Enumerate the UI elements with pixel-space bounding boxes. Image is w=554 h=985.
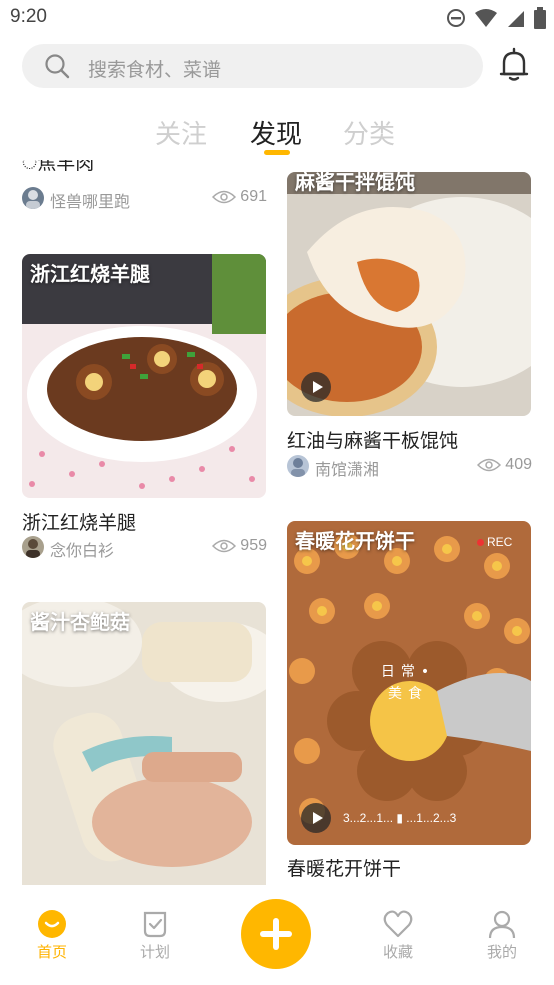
rec-badge: REC bbox=[477, 535, 512, 549]
search-icon bbox=[45, 54, 70, 79]
play-icon[interactable] bbox=[301, 803, 331, 833]
view-count: 959 bbox=[212, 537, 267, 555]
bell-icon[interactable] bbox=[498, 47, 530, 83]
add-button[interactable] bbox=[241, 899, 311, 969]
nav-label: 收藏 bbox=[382, 943, 413, 961]
signal-icon bbox=[508, 11, 524, 27]
recipe-card-image[interactable]: 麻酱干拌馄饨 bbox=[287, 172, 531, 416]
nav-home[interactable]: 首页 bbox=[22, 909, 82, 962]
search-bar[interactable]: 搜索食材、菜谱 bbox=[22, 44, 483, 88]
heart-icon bbox=[383, 910, 413, 938]
avatar[interactable] bbox=[22, 536, 44, 558]
avatar[interactable] bbox=[287, 455, 309, 477]
card-title-partial[interactable]: ੋ焦羊肉 bbox=[22, 160, 94, 175]
status-time: 9:20 bbox=[10, 6, 47, 27]
bottom-nav: 首页 计划 收藏 我的 bbox=[0, 885, 554, 985]
search-placeholder: 搜索食材、菜谱 bbox=[88, 59, 222, 81]
nav-plan[interactable]: 计划 bbox=[125, 909, 185, 962]
tab-discover[interactable]: 发现 bbox=[250, 114, 302, 151]
eye-icon bbox=[477, 458, 502, 472]
profile-icon bbox=[488, 910, 516, 939]
author-name[interactable]: 怪兽哪里跑 bbox=[50, 188, 130, 212]
play-icon[interactable] bbox=[301, 372, 331, 402]
card-title[interactable]: 春暖花开饼干 bbox=[287, 854, 401, 881]
card-title[interactable]: 浙江红烧羊腿 bbox=[22, 508, 136, 535]
tab-category[interactable]: 分类 bbox=[343, 114, 395, 151]
card-overlay-title: 浙江红烧羊腿 bbox=[30, 262, 150, 286]
nav-label: 计划 bbox=[139, 943, 170, 961]
card-title[interactable]: 红油与麻酱干板馄饨 bbox=[287, 426, 458, 453]
card-meta-partial: 怪兽哪里跑 691 bbox=[22, 187, 267, 211]
recipe-card-image[interactable]: 春暖花开饼干 REC 日常•美食 3...2...1... ▮ ...1...2… bbox=[287, 521, 531, 845]
nav-favorites[interactable]: 收藏 bbox=[368, 909, 428, 962]
home-icon bbox=[38, 910, 66, 938]
view-count: 409 bbox=[477, 456, 532, 474]
battery-icon bbox=[534, 7, 546, 29]
tab-follow[interactable]: 关注 bbox=[155, 114, 207, 151]
card-meta: 南馆潇湘 409 bbox=[287, 455, 532, 479]
view-count: 691 bbox=[212, 188, 267, 206]
eye-icon bbox=[212, 539, 237, 553]
dnd-icon bbox=[447, 9, 465, 27]
recipe-card-image[interactable]: 酱汁杏鲍菇 bbox=[22, 602, 266, 885]
status-icons bbox=[446, 7, 546, 29]
nav-profile[interactable]: 我的 bbox=[472, 909, 532, 962]
card-overlay-title: 春暖花开饼干 bbox=[295, 529, 415, 553]
avatar[interactable] bbox=[22, 187, 44, 209]
video-timeline-text: 3...2...1... ▮ ...1...2...3 bbox=[343, 811, 457, 825]
card-meta: 念你白衫 959 bbox=[22, 536, 267, 560]
eye-icon bbox=[212, 190, 237, 204]
tab-indicator bbox=[264, 150, 290, 155]
plan-icon bbox=[143, 911, 167, 938]
status-bar: 9:20 bbox=[0, 0, 554, 36]
stamp-text: 日常•美食 bbox=[380, 664, 436, 702]
recipe-feed[interactable]: ੋ焦羊肉 怪兽哪里跑 691 浙江红烧羊腿 浙江红烧羊腿 念你白衫 959 酱汁… bbox=[0, 160, 554, 885]
wifi-icon bbox=[475, 9, 497, 27]
nav-label: 我的 bbox=[486, 943, 517, 961]
author-name[interactable]: 南馆潇湘 bbox=[315, 456, 379, 480]
author-name[interactable]: 念你白衫 bbox=[50, 537, 114, 561]
nav-label: 首页 bbox=[36, 943, 67, 961]
card-overlay-title: 酱汁杏鲍菇 bbox=[30, 610, 130, 634]
card-overlay-title: 麻酱干拌馄饨 bbox=[295, 172, 415, 194]
recipe-card-image[interactable]: 浙江红烧羊腿 bbox=[22, 254, 266, 498]
